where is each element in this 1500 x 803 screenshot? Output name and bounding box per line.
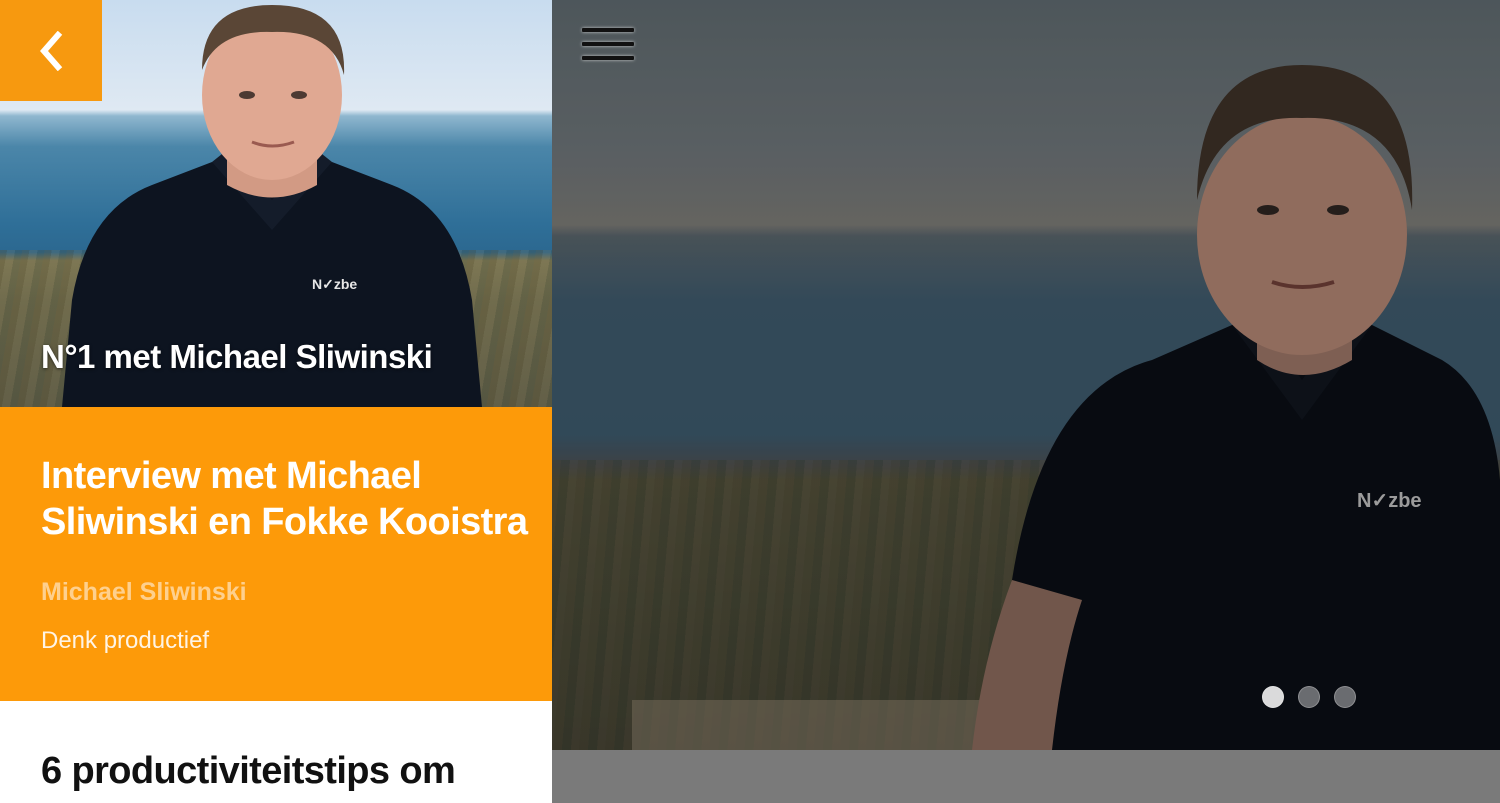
menu-bar-line: [582, 56, 634, 60]
hero-dim-overlay: [552, 0, 1500, 750]
menu-bar-line: [582, 28, 634, 32]
carousel-pagination: [1262, 686, 1356, 708]
next-article-title[interactable]: 6 productiviteitstips om: [41, 750, 456, 793]
pagination-dot[interactable]: [1334, 686, 1356, 708]
article-category: Denk productief: [41, 627, 210, 654]
pagination-dot[interactable]: [1298, 686, 1320, 708]
article-author: Michael Sliwinski: [41, 578, 247, 606]
thumbnail-caption: N°1 met Michael Sliwinski: [41, 338, 433, 375]
back-button[interactable]: [0, 0, 102, 101]
menu-bar-line: [582, 42, 634, 46]
pagination-dot[interactable]: [1262, 686, 1284, 708]
chevron-left-icon: [40, 30, 63, 71]
app-screen: N✓zbe N°1 met Michael Sliwinski Intervie…: [0, 0, 1500, 803]
article-card[interactable]: Interview met Michael Sliwinski en Fokke…: [0, 407, 552, 701]
hero-panel: N✓zbe: [552, 0, 1500, 803]
hero-image: N✓zbe: [552, 0, 1500, 750]
article-title: Interview met Michael Sliwinski en Fokke…: [41, 455, 528, 543]
hamburger-menu-icon[interactable]: [582, 28, 634, 74]
article-list-panel: N✓zbe N°1 met Michael Sliwinski Intervie…: [0, 0, 552, 803]
bottom-bar: [552, 750, 1500, 803]
shirt-logo: N✓zbe: [312, 276, 357, 292]
